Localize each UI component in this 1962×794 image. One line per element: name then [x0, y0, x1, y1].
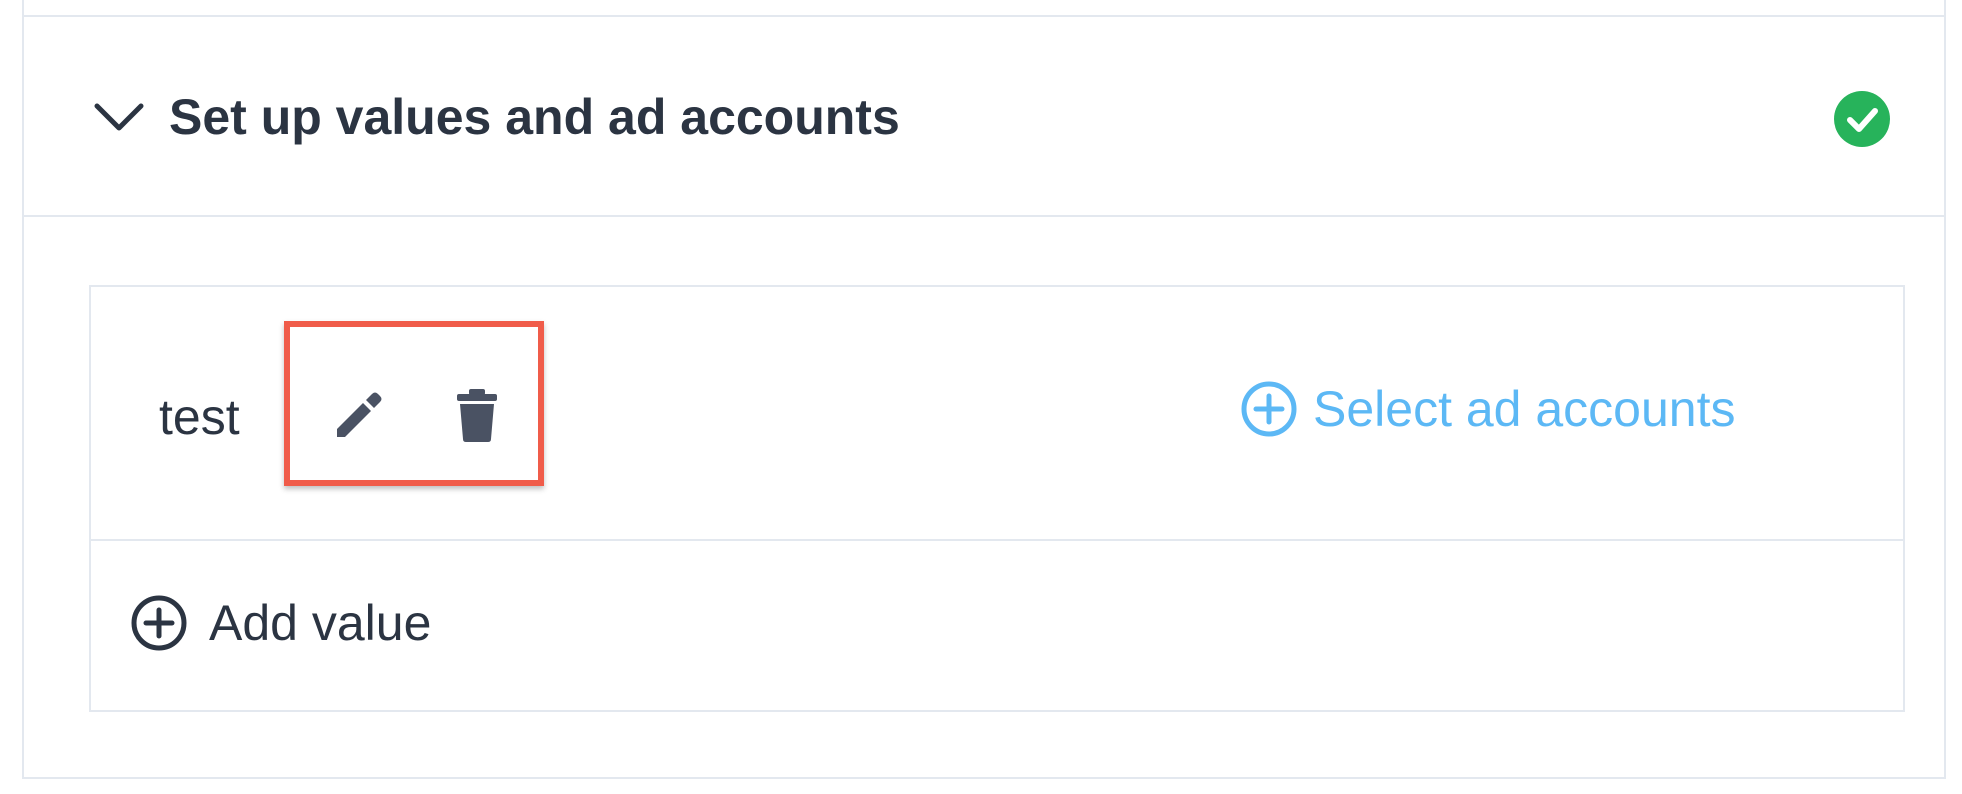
select-ad-accounts-button[interactable]: Select ad accounts	[1241, 379, 1736, 439]
section-header[interactable]: Set up values and ad accounts	[24, 17, 1944, 217]
edit-icon[interactable]	[331, 387, 387, 443]
chevron-down-icon[interactable]	[92, 100, 146, 134]
actions-highlight-box	[284, 321, 544, 486]
select-ad-accounts-label: Select ad accounts	[1313, 381, 1736, 437]
value-row: test Select ad accounts	[91, 287, 1903, 541]
plus-circle-icon	[131, 595, 187, 651]
values-list: test Select ad accounts Add value	[89, 285, 1905, 712]
add-value-button[interactable]: Add value	[131, 593, 431, 653]
plus-circle-icon	[1241, 381, 1297, 437]
check-circle-icon	[1834, 91, 1890, 147]
section-title: Set up values and ad accounts	[169, 89, 900, 145]
value-name: test	[159, 389, 240, 445]
delete-icon[interactable]	[453, 387, 501, 443]
add-value-label: Add value	[209, 595, 432, 651]
previous-section-edge	[24, 0, 1944, 17]
setup-panel: Set up values and ad accounts test Selec…	[22, 0, 1946, 779]
